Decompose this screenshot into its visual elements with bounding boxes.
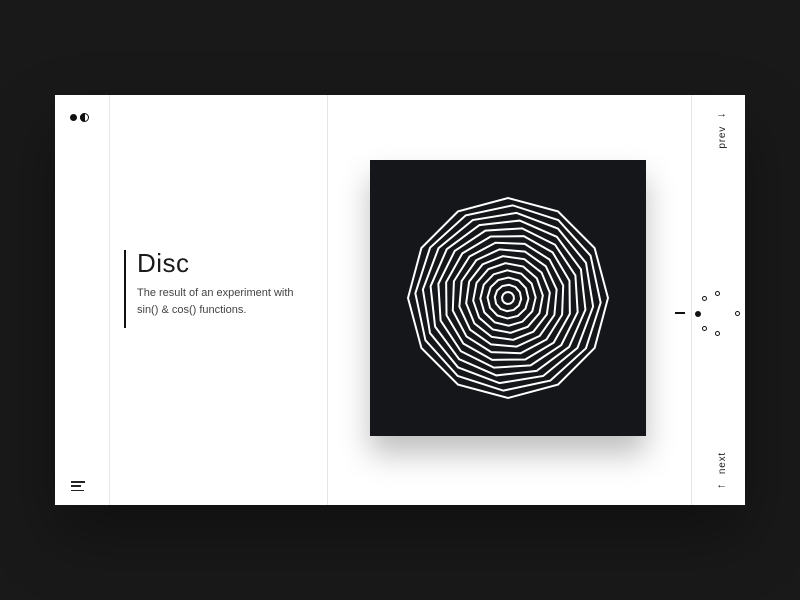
gallery-card: Disc The result of an experiment with si… (55, 95, 745, 505)
cluster-dot-active[interactable] (695, 311, 701, 317)
pager-dot-half-icon (80, 113, 89, 122)
grid-line (109, 95, 110, 505)
grid-line (327, 95, 328, 505)
cluster-dot[interactable] (702, 296, 707, 301)
disc-artwork-icon (370, 160, 646, 436)
page-indicator (70, 110, 89, 124)
cluster-dot[interactable] (715, 291, 720, 296)
artwork-tile (370, 160, 646, 436)
prev-button[interactable]: → prev (715, 109, 729, 149)
artwork-title: Disc (137, 248, 190, 279)
slide-dot-cluster (691, 287, 745, 341)
next-label: next (717, 452, 728, 474)
next-button[interactable]: next ← (715, 452, 729, 491)
artwork-description: The result of an experiment with sin() &… (137, 285, 312, 319)
cluster-dot[interactable] (715, 331, 720, 336)
arrow-up-icon: → (715, 109, 729, 120)
pager-dot-filled-icon (70, 114, 77, 121)
cluster-dot[interactable] (702, 326, 707, 331)
prev-label: prev (717, 126, 728, 149)
cluster-tick-icon (675, 312, 685, 314)
arrow-down-icon: ← (715, 480, 729, 491)
title-accent-bar (124, 250, 126, 328)
cluster-dot[interactable] (735, 311, 740, 316)
menu-icon[interactable] (71, 481, 85, 491)
